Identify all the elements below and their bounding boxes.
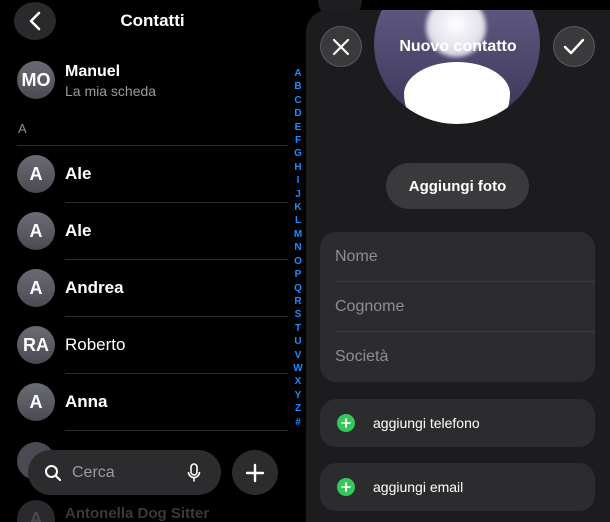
add-phone-label: aggiungi telefono: [373, 415, 480, 431]
my-card-name[interactable]: Manuel: [65, 63, 120, 81]
contact-name[interactable]: Andrea: [65, 278, 124, 298]
divider: [17, 145, 288, 146]
index-letter[interactable]: X: [290, 375, 306, 388]
section-header-a: A: [18, 121, 27, 136]
plus-circle-icon: [337, 478, 355, 496]
index-letter[interactable]: I: [290, 174, 306, 187]
my-card-avatar: MO: [17, 61, 55, 99]
contact-name[interactable]: Ale: [65, 221, 91, 241]
contact-photo-placeholder[interactable]: [374, 10, 540, 124]
index-letter[interactable]: S: [290, 308, 306, 321]
contacts-panel: Contatti MO Manuel La mia scheda A A Ale…: [0, 0, 310, 522]
microphone-icon[interactable]: [187, 463, 201, 483]
add-email-label: aggiungi email: [373, 479, 464, 495]
new-contact-sheet: Nuovo contatto Aggiungi foto Nome Cognom…: [306, 10, 610, 522]
index-letter[interactable]: U: [290, 335, 306, 348]
index-letter[interactable]: W: [290, 362, 306, 375]
index-letter[interactable]: N: [290, 241, 306, 254]
company-field[interactable]: Società: [335, 348, 388, 366]
divider: [65, 202, 288, 203]
name-fields-group: Nome Cognome Società: [320, 232, 595, 382]
last-name-field[interactable]: Cognome: [335, 298, 404, 316]
search-input[interactable]: Cerca: [72, 464, 115, 482]
contact-avatar: A: [17, 500, 55, 522]
search-icon: [45, 464, 62, 481]
plus-icon: [245, 463, 265, 482]
divider: [65, 259, 288, 260]
contact-avatar: A: [17, 212, 55, 250]
divider: [65, 373, 288, 374]
index-letter[interactable]: D: [290, 107, 306, 120]
index-letter[interactable]: H: [290, 161, 306, 174]
add-phone-button[interactable]: aggiungi telefono: [320, 399, 595, 447]
index-letter[interactable]: M: [290, 228, 306, 241]
index-letter[interactable]: R: [290, 295, 306, 308]
divider: [65, 316, 288, 317]
divider: [335, 331, 595, 332]
index-letter[interactable]: P: [290, 268, 306, 281]
contact-avatar: RA: [17, 326, 55, 364]
divider: [335, 281, 595, 282]
add-contact-button[interactable]: [232, 450, 278, 495]
plus-circle-icon: [337, 414, 355, 432]
index-letter[interactable]: #: [290, 416, 306, 429]
index-letter[interactable]: Y: [290, 389, 306, 402]
done-button[interactable]: [553, 26, 595, 67]
index-letter[interactable]: O: [290, 255, 306, 268]
contact-name[interactable]: Roberto: [65, 335, 125, 355]
index-letter[interactable]: A: [290, 67, 306, 80]
add-email-button[interactable]: aggiungi email: [320, 463, 595, 511]
index-letter[interactable]: Z: [290, 402, 306, 415]
index-letter[interactable]: Q: [290, 282, 306, 295]
contact-avatar: A: [17, 155, 55, 193]
contact-name[interactable]: Antonella Dog Sitter: [65, 505, 209, 522]
contact-name[interactable]: Ale: [65, 164, 91, 184]
contact-avatar: A: [17, 383, 55, 421]
contact-name[interactable]: Anna: [65, 392, 108, 412]
divider: [65, 430, 288, 431]
first-name-field[interactable]: Nome: [335, 248, 378, 266]
index-letter[interactable]: C: [290, 94, 306, 107]
my-card-subtitle: La mia scheda: [65, 83, 157, 99]
index-letter[interactable]: K: [290, 201, 306, 214]
checkmark-icon: [563, 38, 585, 54]
contact-avatar: A: [17, 269, 55, 307]
search-bar[interactable]: Cerca: [28, 450, 221, 495]
add-photo-button[interactable]: Aggiungi foto: [386, 163, 529, 209]
alphabet-index[interactable]: A B C D E F G H I J K L M N O P Q R S T U V W X Y Z #: [290, 67, 306, 429]
index-letter[interactable]: G: [290, 147, 306, 160]
index-letter[interactable]: V: [290, 349, 306, 362]
index-letter[interactable]: L: [290, 214, 306, 227]
index-letter[interactable]: F: [290, 134, 306, 147]
page-title: Contatti: [120, 11, 185, 30]
index-letter[interactable]: T: [290, 322, 306, 335]
index-letter[interactable]: E: [290, 121, 306, 134]
avatar-body: [404, 62, 510, 124]
index-letter[interactable]: B: [290, 80, 306, 93]
index-letter[interactable]: J: [290, 188, 306, 201]
